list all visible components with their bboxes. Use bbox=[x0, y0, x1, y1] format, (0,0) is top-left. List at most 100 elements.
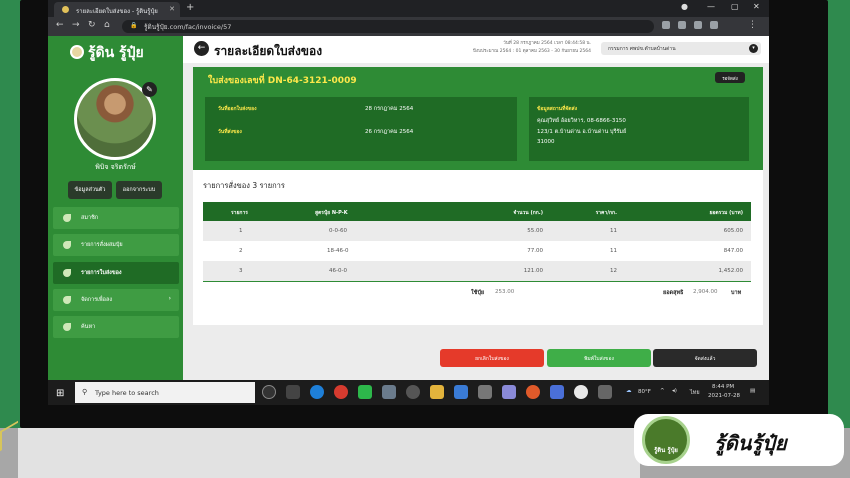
channel-logo: รู้ดิน รู้ปุ๋ย bbox=[642, 416, 690, 464]
clock-time[interactable]: 8:44 PM bbox=[712, 384, 734, 390]
table-footer: ใช้ปุ๋ย 253.00 ยอดสุทธิ 2,904.00 บาท bbox=[203, 281, 751, 303]
account-icon[interactable]: ● bbox=[681, 2, 688, 11]
invoice-header: ใบส่งของเลขที่ DN-64-3121-0009 รอจัดส่ง … bbox=[193, 67, 763, 170]
app-icon[interactable] bbox=[382, 385, 396, 399]
sidebar-item-invoices[interactable]: รายการใบส่งของ bbox=[53, 262, 179, 284]
page-title: รายละเอียดใบส่งของ bbox=[214, 44, 323, 58]
volume-icon[interactable]: ◂) bbox=[672, 388, 677, 394]
weather-icon[interactable]: ☁ bbox=[626, 388, 632, 394]
address-line: 31000 bbox=[537, 139, 555, 145]
reload-icon[interactable]: ↻ bbox=[88, 20, 96, 30]
channel-name: รู้ดินรู้ปุ๋ย bbox=[714, 431, 787, 455]
taskbar-search-input[interactable]: ⚲ Type here to search bbox=[75, 382, 255, 403]
search-placeholder: Type here to search bbox=[95, 389, 159, 397]
logout-button[interactable]: ออกจากระบบ bbox=[116, 181, 162, 199]
col-header: รายการ bbox=[231, 210, 248, 216]
col-header: จำนวน (กก.) bbox=[513, 210, 543, 216]
currency-label: บาท bbox=[731, 290, 742, 296]
user-name: พิบิจ จริตรักษ์ bbox=[95, 163, 136, 171]
brand[interactable]: รู้ดิน รู้ปุ๋ย bbox=[70, 42, 144, 64]
sidebar-item-mix-orders[interactable]: รายการสั่งผสมปุ๋ย bbox=[53, 234, 179, 256]
edge-icon[interactable] bbox=[310, 385, 324, 399]
brand-text: รู้ดิน รู้ปุ๋ย bbox=[88, 45, 144, 61]
sidebar-item-members[interactable]: สมาชิก bbox=[53, 207, 179, 229]
home-icon[interactable]: ⌂ bbox=[104, 20, 110, 30]
new-tab-icon[interactable]: + bbox=[186, 2, 194, 13]
leaf-icon bbox=[63, 269, 71, 277]
agency-select[interactable]: กรรมการ ศพปข.ตำบลบ้านด่าน ▾ bbox=[601, 42, 761, 55]
edit-pencil-icon[interactable]: ✎ bbox=[142, 82, 157, 97]
print-invoice-button[interactable]: พิมพ์ใบส่งของ bbox=[547, 349, 651, 367]
agency-value: กรรมการ ศพปข.ตำบลบ้านด่าน bbox=[608, 46, 676, 52]
opera-icon[interactable] bbox=[334, 385, 348, 399]
browser-tab[interactable]: รายละเอียดใบส่งของ - รู้ดินรู้ปุ๋ย ✕ bbox=[54, 2, 180, 17]
notification-icon[interactable]: ▤ bbox=[750, 388, 755, 394]
cell-total: 847.00 bbox=[723, 248, 743, 254]
invoice-number: ใบส่งของเลขที่ DN-64-3121-0009 bbox=[208, 76, 357, 86]
search-icon: ⚲ bbox=[82, 388, 88, 396]
col-header: สูตรปุ๋ย N-P-K bbox=[315, 210, 348, 216]
line-icon[interactable] bbox=[358, 385, 372, 399]
cancel-invoice-button[interactable]: ยกเลิกใบส่งของ bbox=[440, 349, 544, 367]
date-line: วันที่ 28 กรกฎาคม 2564 เวลา 08:44:58 น. bbox=[503, 41, 591, 46]
profile-button[interactable]: ข้อมูลส่วนตัว bbox=[68, 181, 112, 199]
cortana-icon[interactable] bbox=[262, 385, 276, 399]
cell-quantity: 121.00 bbox=[523, 268, 543, 274]
forward-nav-icon[interactable]: → bbox=[72, 20, 80, 30]
total-qty-label: ใช้ปุ๋ย bbox=[471, 290, 485, 296]
table-row: 2 18-46-0 77.00 11 847.00 bbox=[203, 241, 751, 261]
page: รายละเอียดใบส่งของ - รู้ดินรู้ปุ๋ย ✕ + ●… bbox=[0, 0, 850, 478]
sidebar-item-label: ค้นหา bbox=[81, 324, 96, 330]
taskbar: ⊞ ⚲ Type here to search ☁ 80°F ^ ◂) ไทย … bbox=[48, 380, 769, 405]
clock-app-icon[interactable] bbox=[406, 385, 420, 399]
ship-date-value: 26 กรกฎาคม 2564 bbox=[365, 129, 414, 135]
weather-temp: 80°F bbox=[638, 389, 651, 395]
address-bar-row: ← → ↻ ⌂ 🔒 รู้ดินรู้ปุ๋ย.com/fac/invoice/… bbox=[48, 17, 769, 36]
table-row: 3 46-0-0 121.00 12 1,452.00 bbox=[203, 261, 751, 281]
tab-close-icon[interactable]: ✕ bbox=[169, 5, 175, 13]
url-input[interactable]: 🔒 รู้ดินรู้ปุ๋ย.com/fac/invoice/57 bbox=[122, 20, 654, 33]
address-line: คุณสุวิทย์ อ้อยวิหาร, 08-6866-3150 bbox=[537, 118, 626, 124]
app-icon[interactable] bbox=[526, 385, 540, 399]
app-icon[interactable] bbox=[598, 385, 612, 399]
back-nav-icon[interactable]: ← bbox=[56, 20, 64, 30]
close-window-icon[interactable]: ✕ bbox=[753, 2, 760, 11]
task-view-icon[interactable] bbox=[286, 385, 300, 399]
maximize-icon[interactable]: ▢ bbox=[731, 2, 739, 11]
sidebar-item-manage[interactable]: จัดการเพื่อลง › bbox=[53, 289, 179, 311]
file-explorer-icon[interactable] bbox=[430, 385, 444, 399]
extension-icon[interactable] bbox=[662, 21, 670, 29]
puzzle-icon[interactable] bbox=[678, 21, 686, 29]
sidebar-item-search[interactable]: ค้นหา bbox=[53, 316, 179, 338]
desk-strip bbox=[18, 428, 640, 478]
tray-chevron-icon[interactable]: ^ bbox=[660, 388, 665, 394]
invoice-card: ใบส่งของเลขที่ DN-64-3121-0009 รอจัดส่ง … bbox=[193, 67, 763, 325]
address-line: 123/1 ต.บ้านด่าน อ.บ้านด่าน บุรีรัมย์ bbox=[537, 129, 627, 135]
ship-date-label: วันที่ส่งของ bbox=[218, 129, 242, 135]
vscode-icon[interactable] bbox=[550, 385, 564, 399]
menu-dots-icon[interactable]: ⋮ bbox=[748, 20, 757, 30]
app-icon[interactable] bbox=[502, 385, 516, 399]
cell-price: 11 bbox=[610, 228, 617, 234]
chrome-icon[interactable] bbox=[574, 385, 588, 399]
cell-price: 12 bbox=[610, 268, 617, 274]
leaf-icon bbox=[63, 214, 71, 222]
address-info-box: ข้อมูลสถานที่จัดส่ง คุณสุวิทย์ อ้อยวิหาร… bbox=[529, 97, 749, 161]
address-label: ข้อมูลสถานที่จัดส่ง bbox=[537, 106, 578, 112]
cell-price: 11 bbox=[610, 248, 617, 254]
cell-formula: 0-0-60 bbox=[329, 228, 347, 234]
back-arrow-icon[interactable]: ← bbox=[194, 41, 209, 56]
app-icon[interactable] bbox=[454, 385, 468, 399]
windows-start-icon[interactable]: ⊞ bbox=[56, 388, 64, 399]
minimize-icon[interactable]: — bbox=[707, 2, 715, 11]
mark-delivered-button[interactable]: จัดส่งแล้ว bbox=[653, 349, 757, 367]
download-icon[interactable] bbox=[694, 21, 702, 29]
cell-index: 3 bbox=[239, 268, 243, 274]
profile-icon[interactable] bbox=[710, 21, 718, 29]
language-indicator[interactable]: ไทย bbox=[690, 389, 700, 397]
camera-icon[interactable] bbox=[478, 385, 492, 399]
cell-quantity: 55.00 bbox=[527, 228, 543, 234]
sidebar-item-label: จัดการเพื่อลง bbox=[81, 297, 113, 303]
clock-date[interactable]: 2021-07-28 bbox=[708, 393, 740, 399]
items-table: รายการ สูตรปุ๋ย N-P-K จำนวน (กก.) ราคา/ก… bbox=[203, 202, 751, 303]
